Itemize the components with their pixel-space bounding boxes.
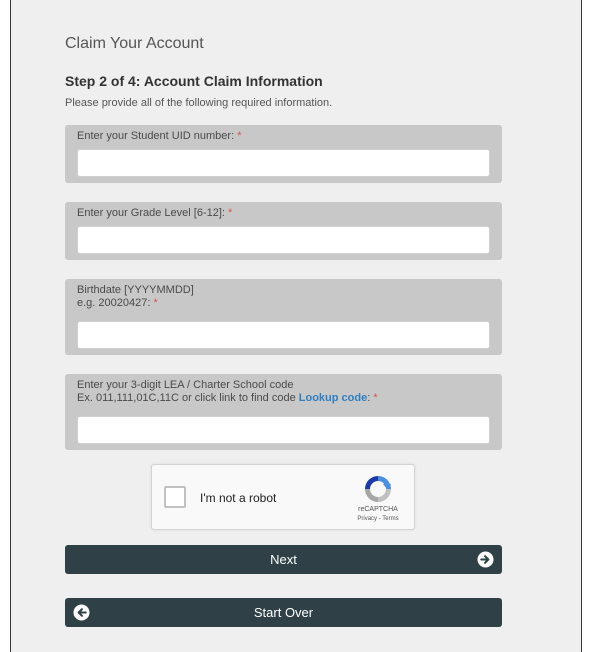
birthdate-label: Birthdate [YYYYMMDD] e.g. 20020427: * xyxy=(77,284,194,310)
birthdate-example-text: e.g. 20020427: xyxy=(77,297,151,309)
lea-code-input[interactable] xyxy=(77,416,490,444)
start-over-button-label: Start Over xyxy=(253,605,314,620)
next-button-label: Next xyxy=(270,552,297,567)
grade-level-input[interactable] xyxy=(77,226,490,254)
recaptcha-privacy-terms[interactable]: Privacy - Terms xyxy=(345,516,411,522)
recaptcha-logo-icon xyxy=(365,476,391,502)
lea-code-label: Enter your 3-digit LEA / Charter School … xyxy=(77,379,378,405)
grade-level-label: Enter your Grade Level [6-12]: * xyxy=(77,207,232,220)
lea-code-label-line2: Ex. 011,111,01C,11C or click link to fin… xyxy=(77,392,378,405)
step-title: Step 2 of 4: Account Claim Information xyxy=(65,73,323,89)
required-marker: * xyxy=(228,207,233,219)
lea-code-label-line1: Enter your 3-digit LEA / Charter School … xyxy=(77,379,294,391)
recaptcha-checkbox[interactable] xyxy=(164,486,186,508)
arrow-right-circle-icon xyxy=(477,551,494,568)
lookup-code-colon: : xyxy=(367,392,371,404)
recaptcha-label: I'm not a robot xyxy=(200,491,277,505)
student-uid-input[interactable] xyxy=(77,149,490,177)
required-marker: * xyxy=(373,392,378,404)
form-panel: Claim Your Account Step 2 of 4: Account … xyxy=(10,0,582,652)
step-description: Please provide all of the following requ… xyxy=(65,97,333,109)
required-marker: * xyxy=(237,130,242,142)
field-group-student-uid: Enter your Student UID number: * xyxy=(65,125,502,183)
birthdate-input[interactable] xyxy=(77,321,490,349)
lea-code-example-text: Ex. 011,111,01C,11C or click link to fin… xyxy=(77,392,296,404)
student-uid-label-text: Enter your Student UID number: xyxy=(77,130,235,142)
field-group-birthdate: Birthdate [YYYYMMDD] e.g. 20020427: * xyxy=(65,279,502,355)
field-group-grade-level: Enter your Grade Level [6-12]: * xyxy=(65,202,502,260)
start-over-button[interactable]: Start Over xyxy=(65,598,502,627)
recaptcha-brand: reCAPTCHA xyxy=(358,506,398,513)
recaptcha-widget: I'm not a robot reCAPTCHA Privacy - Term… xyxy=(151,464,415,530)
birthdate-label-line2: e.g. 20020427: * xyxy=(77,297,194,310)
field-group-lea-code: Enter your 3-digit LEA / Charter School … xyxy=(65,374,502,450)
arrow-left-circle-icon xyxy=(73,604,90,621)
page-title: Claim Your Account xyxy=(65,35,204,52)
grade-level-label-text: Enter your Grade Level [6-12]: xyxy=(77,207,225,219)
required-marker: * xyxy=(153,297,158,309)
lookup-code-link[interactable]: Lookup code xyxy=(299,392,367,404)
birthdate-label-line1: Birthdate [YYYYMMDD] xyxy=(77,284,194,296)
student-uid-label: Enter your Student UID number: * xyxy=(77,130,241,143)
next-button[interactable]: Next xyxy=(65,545,502,574)
